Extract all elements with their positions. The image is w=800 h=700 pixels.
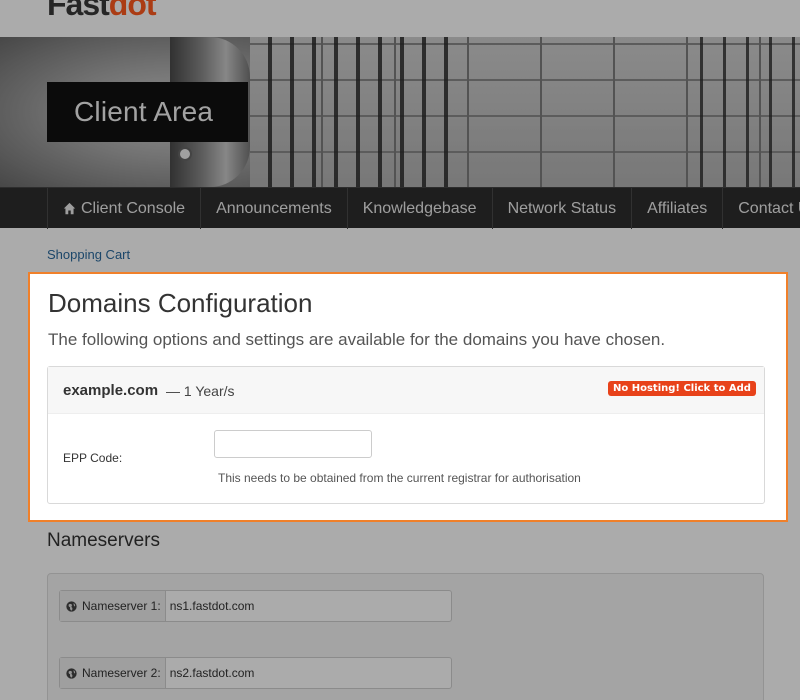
nameservers-title: Nameservers <box>47 530 160 551</box>
nameserver-label-text: Nameserver 2: <box>82 666 161 680</box>
domains-configuration-panel: Domains Configuration The following opti… <box>28 272 788 522</box>
nameserver-1-label: Nameserver 1: <box>60 591 166 621</box>
epp-code-label: EPP Code: <box>63 451 123 465</box>
nav-item-label: Network Status <box>507 199 617 217</box>
main-nav: Client Console Announcements Knowledgeba… <box>0 187 800 229</box>
nav-item-affiliates[interactable]: Affiliates <box>631 188 722 229</box>
nameserver-2-label: Nameserver 2: <box>60 658 166 688</box>
nav-item-label: Contact Us <box>738 199 800 217</box>
epp-code-help-text: This needs to be obtained from the curre… <box>218 471 581 485</box>
nameserver-1-input[interactable] <box>165 591 451 621</box>
nav-item-announcements[interactable]: Announcements <box>200 188 347 229</box>
epp-code-input[interactable] <box>214 430 372 458</box>
logo-main-text: Fast <box>47 0 110 22</box>
nav-item-label: Knowledgebase <box>362 199 477 217</box>
gate-bars-image-right <box>680 37 800 187</box>
nav-item-label: Affiliates <box>647 199 708 217</box>
nameservers-panel: Nameserver 1: Nameserver 2: <box>47 573 764 700</box>
domain-card-header: example.com — 1 Year/s No Hosting! Click… <box>48 367 764 414</box>
domains-configuration-title: Domains Configuration <box>48 288 313 318</box>
domains-configuration-subtitle: The following options and settings are a… <box>48 330 666 349</box>
nameserver-label-text: Nameserver 1: <box>82 599 161 613</box>
nameserver-2-input[interactable] <box>165 658 451 688</box>
header-logo-strip: Fastdot <box>0 0 800 37</box>
page-title: Client Area <box>47 82 248 142</box>
nav-item-knowledgebase[interactable]: Knowledgebase <box>346 188 492 229</box>
nameserver-1-group: Nameserver 1: <box>59 590 452 622</box>
nameserver-2-group: Nameserver 2: <box>59 657 452 689</box>
globe-icon <box>66 667 77 679</box>
hero-banner: Client Area <box>0 37 800 187</box>
vault-knob-image <box>178 147 192 161</box>
nav-item-label: Client Console <box>81 199 186 217</box>
nav-item-label: Announcements <box>216 199 332 217</box>
domain-period: — 1 Year/s <box>166 383 235 399</box>
no-hosting-add-button[interactable]: No Hosting! Click to Add <box>608 381 756 396</box>
home-icon <box>63 202 76 215</box>
domain-card: example.com — 1 Year/s No Hosting! Click… <box>47 366 765 504</box>
domain-name: example.com <box>63 382 159 399</box>
gate-bars-image <box>250 37 450 187</box>
breadcrumb-shopping-cart[interactable]: Shopping Cart <box>47 247 130 262</box>
nav-item-network-status[interactable]: Network Status <box>491 188 631 229</box>
site-logo[interactable]: Fastdot <box>47 0 157 23</box>
nav-item-client-console[interactable]: Client Console <box>47 188 200 229</box>
globe-icon <box>66 600 77 612</box>
nav-item-contact-us[interactable]: Contact Us <box>722 188 800 229</box>
nav-list: Client Console Announcements Knowledgeba… <box>47 188 800 229</box>
logo-accent-text: dot <box>108 0 157 22</box>
